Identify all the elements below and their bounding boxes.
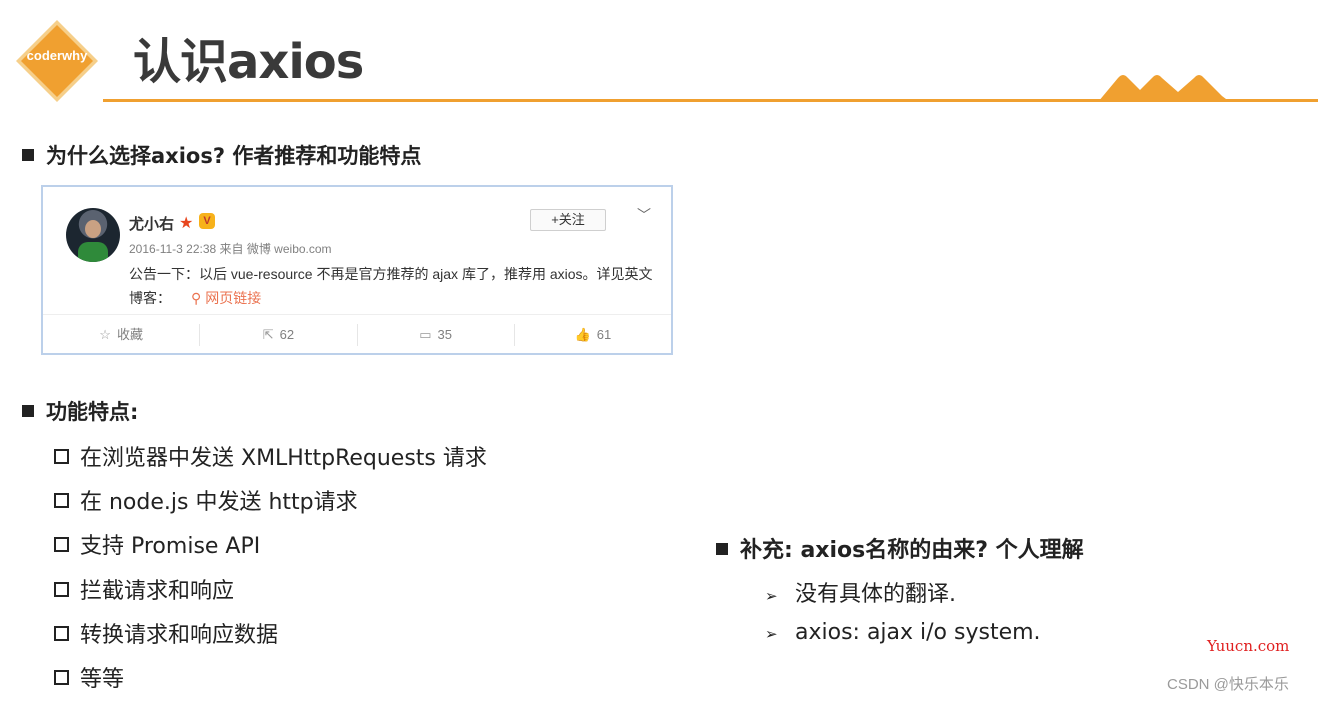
arrow-bullet-icon: ➢ — [765, 587, 778, 605]
avatar[interactable] — [66, 208, 120, 262]
section-heading-supplement: 补充: axios名称的由来? 个人理解 — [716, 532, 1084, 564]
feature-item: 在 node.js 中发送 http请求 — [54, 484, 358, 516]
hollow-square-icon — [54, 537, 69, 552]
post-text: 公告一下：以后 vue-resource 不再是官方推荐的 ajax 库了，推荐… — [129, 266, 653, 306]
hollow-square-icon — [54, 582, 69, 597]
post-meta: 2016-11-3 22:38 来自 微博 weibo.com — [129, 242, 332, 256]
hollow-square-icon — [54, 493, 69, 508]
arrow-bullet-icon: ➢ — [765, 625, 778, 643]
vip-badge-icon: V — [199, 213, 215, 229]
link-icon: ⚲ — [191, 290, 202, 306]
bullet-square-icon — [22, 405, 34, 417]
comment-button[interactable]: ▭ 35 — [358, 323, 515, 346]
star-outline-icon: ☆ — [99, 326, 111, 342]
logo-text: coderwhy — [26, 48, 88, 63]
supplement-item: ➢ 没有具体的翻译. — [765, 582, 956, 607]
hollow-square-icon — [54, 626, 69, 641]
feature-item: 支持 Promise API — [54, 528, 260, 560]
yuucn-watermark: Yuucn.com — [1207, 637, 1290, 655]
coderwhy-logo: coderwhy — [14, 18, 100, 104]
supplement-item: ➢ axios: ajax i/o system. — [765, 620, 1041, 645]
chevron-down-icon[interactable]: ﹀ — [637, 205, 651, 225]
page-title: 认识axios — [133, 34, 364, 90]
thumb-up-icon: 👍 — [574, 326, 591, 342]
hollow-square-icon — [54, 670, 69, 685]
feature-item: 在浏览器中发送 XMLHttpRequests 请求 — [54, 440, 487, 472]
share-icon: ⇱ — [262, 326, 274, 342]
section-heading-why: 为什么选择axios? 作者推荐和功能特点 — [22, 140, 421, 170]
feature-item: 等等 — [54, 661, 124, 693]
feature-item: 转换请求和响应数据 — [54, 617, 278, 649]
weibo-post-card: 尤小右 ★ V +关注 ﹀ 2016-11-3 22:38 来自 微博 weib… — [41, 185, 673, 355]
hollow-square-icon — [54, 449, 69, 464]
star-badge-icon: ★ — [179, 215, 194, 232]
like-button[interactable]: 👍 61 — [515, 324, 671, 346]
web-link[interactable]: 网页链接 — [205, 290, 261, 306]
comment-icon: ▭ — [419, 326, 432, 342]
post-action-bar: ☆ 收藏 ⇱ 62 ▭ 35 👍 61 — [43, 314, 671, 354]
weibo-username[interactable]: 尤小右 — [129, 213, 174, 234]
share-button[interactable]: ⇱ 62 — [200, 323, 358, 346]
bullet-square-icon — [716, 543, 728, 555]
csdn-watermark: CSDN @快乐本乐 — [1167, 676, 1289, 693]
header-divider — [103, 99, 1318, 102]
favorite-button[interactable]: ☆ 收藏 — [43, 323, 201, 346]
mountains-decoration — [1098, 75, 1230, 102]
feature-item: 拦截请求和响应 — [54, 573, 234, 605]
follow-button[interactable]: +关注 — [530, 209, 606, 231]
bullet-square-icon — [22, 149, 34, 161]
section-heading-features: 功能特点: — [22, 396, 138, 426]
